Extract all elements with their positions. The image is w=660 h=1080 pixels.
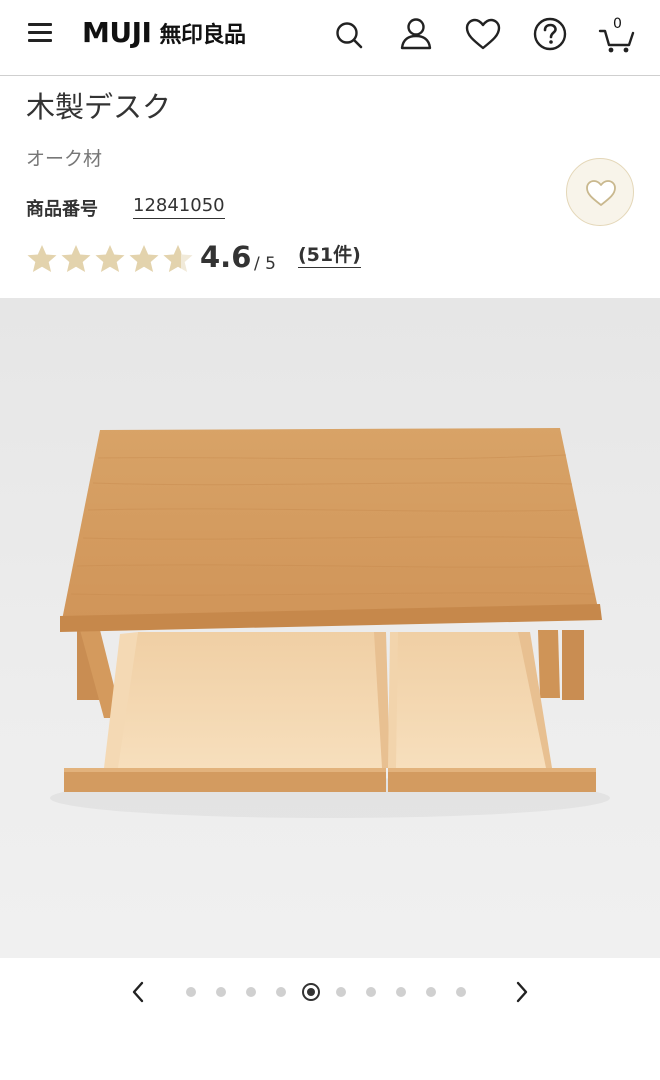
chevron-right-icon [516,981,528,1003]
help-icon[interactable] [531,14,569,56]
carousel-dot[interactable] [426,987,436,997]
carousel-dot[interactable] [336,987,346,997]
cart-count: 0 [613,16,622,32]
star-icon [27,245,57,272]
star-icon [61,245,91,272]
image-carousel-controls [0,968,660,1016]
product-number[interactable]: 12841050 [133,195,225,219]
favorite-button[interactable] [566,158,634,226]
chevron-left-icon [132,981,144,1003]
carousel-dot[interactable] [276,987,286,997]
muji-logo[interactable]: MUJI 無印良品 [82,16,246,49]
previous-image-button[interactable] [124,978,152,1006]
carousel-dot[interactable] [186,987,196,997]
product-material: オーク材 [26,148,103,170]
wooden-desk-illustration [50,428,610,818]
carousel-dot[interactable] [302,983,320,1001]
next-image-button[interactable] [508,978,536,1006]
star-rating [26,243,196,275]
cart-icon[interactable]: 0 [598,14,636,56]
star-icon [95,245,125,272]
product-image[interactable] [0,298,660,958]
product-number-label: 商品番号 [26,199,98,220]
carousel-dots [186,982,476,1002]
search-icon[interactable] [330,14,368,56]
heart-icon[interactable] [464,14,502,56]
carousel-dot[interactable] [216,987,226,997]
heart-icon [586,180,616,206]
star-icon [129,245,159,272]
site-header: MUJI 無印良品 0 [0,0,660,76]
rating-max: / 5 [254,254,276,274]
logo-latin: MUJI [82,16,152,49]
carousel-dot[interactable] [396,987,406,997]
review-count-link[interactable]: (51件) [298,244,361,268]
logo-japanese: 無印良品 [159,23,246,48]
user-icon[interactable] [397,14,435,56]
half-star-icon [163,245,193,272]
rating-value: 4.6 [200,240,252,274]
carousel-dot[interactable] [246,987,256,997]
menu-icon[interactable] [28,22,54,44]
carousel-dot[interactable] [366,987,376,997]
carousel-dot[interactable] [456,987,466,997]
product-title: 木製デスク [26,90,172,124]
